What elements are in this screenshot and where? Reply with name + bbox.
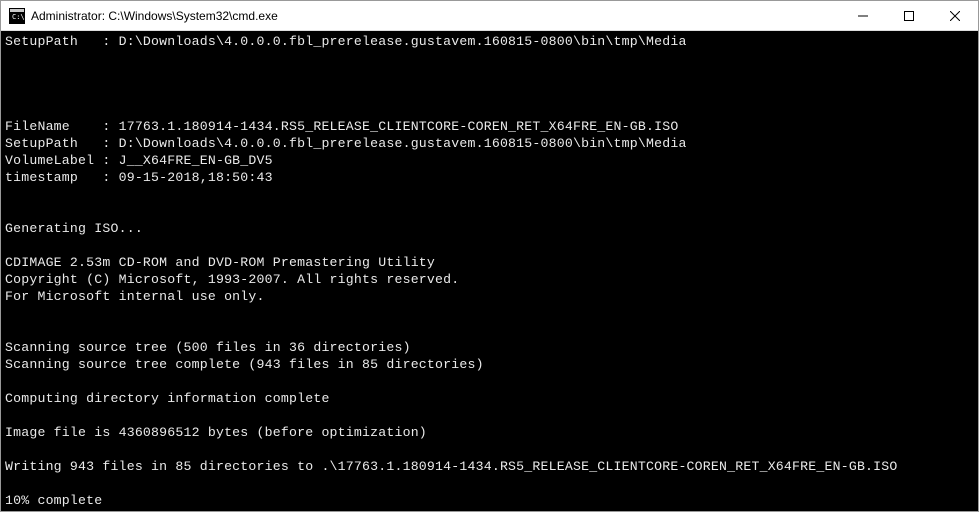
output-line: 10% complete — [5, 493, 102, 508]
window-controls — [840, 1, 978, 30]
maximize-button[interactable] — [886, 1, 932, 30]
output-line: Copyright (C) Microsoft, 1993-2007. All … — [5, 272, 459, 287]
titlebar: C:\ Administrator: C:\Windows\System32\c… — [1, 1, 978, 31]
terminal-output[interactable]: SetupPath : D:\Downloads\4.0.0.0.fbl_pre… — [1, 31, 978, 511]
svg-text:C:\: C:\ — [12, 13, 25, 21]
output-line: Scanning source tree (500 files in 36 di… — [5, 340, 411, 355]
cmd-icon: C:\ — [9, 8, 25, 24]
output-line: VolumeLabel : J__X64FRE_EN-GB_DV5 — [5, 153, 273, 168]
output-line: FileName : 17763.1.180914-1434.RS5_RELEA… — [5, 119, 678, 134]
output-line: timestamp : 09-15-2018,18:50:43 — [5, 170, 273, 185]
output-line: SetupPath : D:\Downloads\4.0.0.0.fbl_pre… — [5, 136, 687, 151]
minimize-button[interactable] — [840, 1, 886, 30]
output-line: SetupPath : D:\Downloads\4.0.0.0.fbl_pre… — [5, 34, 687, 49]
output-line: For Microsoft internal use only. — [5, 289, 265, 304]
output-line: CDIMAGE 2.53m CD-ROM and DVD-ROM Premast… — [5, 255, 435, 270]
output-line: Generating ISO... — [5, 221, 143, 236]
output-line: Computing directory information complete — [5, 391, 330, 406]
output-line: Scanning source tree complete (943 files… — [5, 357, 484, 372]
window-title: Administrator: C:\Windows\System32\cmd.e… — [31, 9, 840, 23]
output-line: Image file is 4360896512 bytes (before o… — [5, 425, 427, 440]
close-button[interactable] — [932, 1, 978, 30]
output-line: Writing 943 files in 85 directories to .… — [5, 459, 898, 474]
